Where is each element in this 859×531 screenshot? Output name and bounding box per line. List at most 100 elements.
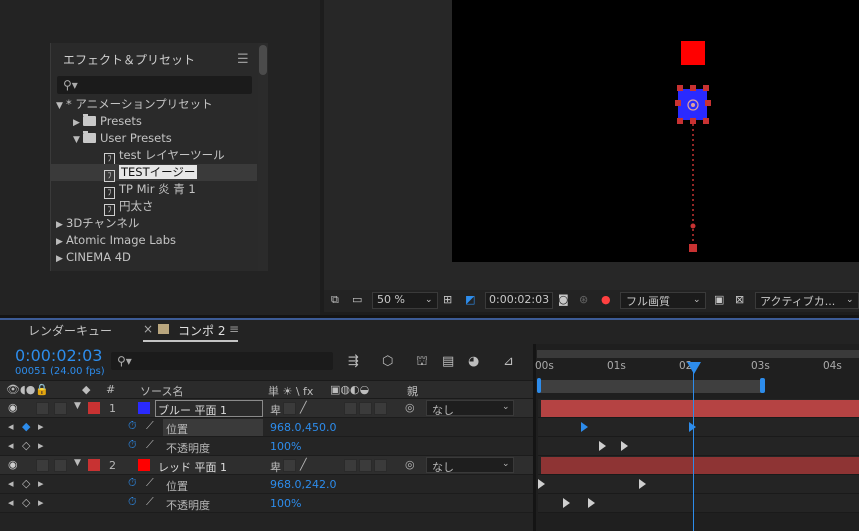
draft-3d-icon[interactable]: ⬡ [382, 354, 393, 369]
label-tag-icon[interactable]: ◆ [82, 383, 90, 396]
show-snapshot-icon[interactable]: ⊛ [579, 293, 588, 306]
motion-blur-icon[interactable]: ◕ [468, 354, 479, 369]
channel-icon[interactable]: ● [601, 293, 611, 306]
position-value[interactable]: 968.0,242.0 [270, 478, 336, 491]
opacity-value[interactable]: 100% [270, 497, 301, 510]
tree-item-presets[interactable]: ▶ Presets [51, 113, 257, 130]
keyframe-marker[interactable] [620, 441, 628, 451]
shy-switch-icon[interactable]: 卑 [270, 459, 281, 475]
layer-label-color[interactable] [88, 459, 100, 471]
work-area-end-handle[interactable] [760, 378, 765, 393]
monitor-icon[interactable]: ▭ [352, 293, 362, 306]
opacity-value[interactable]: 100% [270, 440, 301, 453]
eye-icon[interactable]: ◉ [8, 458, 18, 471]
prev-keyframe-icon[interactable]: ◂ [8, 420, 14, 433]
disclosure-triangle-icon[interactable]: ▶ [56, 251, 66, 268]
keyframe-marker[interactable] [588, 498, 596, 508]
property-row[interactable] [0, 437, 533, 456]
tree-item-preset[interactable]: ﾌ円太さ [51, 198, 257, 216]
switch-box[interactable] [344, 459, 357, 472]
layer-duration-bar[interactable] [541, 400, 859, 417]
property-row[interactable] [0, 475, 533, 494]
close-icon[interactable]: × [143, 322, 153, 336]
lock-toggle[interactable] [54, 402, 67, 415]
graph-icon[interactable]: ⟋ [146, 495, 154, 509]
stopwatch-icon[interactable]: ⏱ [128, 438, 137, 452]
frame-blending-icon[interactable]: ▤ [442, 354, 454, 369]
shy-switch-icon[interactable]: 卑 [270, 402, 281, 418]
grid-guide-icon[interactable]: ⊞ [443, 293, 452, 306]
timeline-search-input[interactable] [111, 352, 333, 370]
work-area-bar[interactable] [539, 380, 763, 393]
tree-item-preset[interactable]: ﾌ test レイヤーツール [51, 147, 257, 165]
current-time-indicator[interactable] [687, 362, 701, 374]
time-navigator[interactable] [537, 350, 859, 358]
effects-scrollbar[interactable] [258, 43, 268, 271]
column-source-name[interactable]: ソース名 [140, 383, 183, 399]
property-row[interactable] [0, 418, 533, 437]
next-keyframe-icon[interactable]: ▸ [38, 496, 44, 509]
keyframe-marker[interactable] [563, 498, 571, 508]
work-area-start-handle[interactable] [537, 378, 541, 393]
tree-item-preset[interactable]: ﾌ TP Mir 炎 青 1 [51, 181, 257, 199]
tree-item-3d-channel[interactable]: ▶ 3Dチャンネル [51, 215, 257, 232]
tree-item-preset-selected[interactable]: ﾌ TESTイージー [51, 164, 257, 182]
solo-toggle[interactable] [36, 459, 49, 472]
lock-toggle[interactable] [54, 459, 67, 472]
keyframe-marker[interactable] [638, 479, 646, 489]
tab-menu-icon[interactable]: ≡ [229, 322, 239, 336]
pick-whip-icon[interactable]: ◎ [405, 458, 415, 471]
prev-keyframe-icon[interactable]: ◂ [8, 477, 14, 490]
switch-box[interactable] [359, 459, 372, 472]
keyframe-toggle-icon[interactable]: ◇ [22, 496, 30, 509]
layer-name[interactable]: レッド 平面 1 [158, 459, 227, 475]
next-keyframe-icon[interactable]: ▸ [38, 477, 44, 490]
next-keyframe-icon[interactable]: ▸ [38, 420, 44, 433]
graph-icon[interactable]: ⟋ [146, 438, 154, 452]
switch-box[interactable] [359, 402, 372, 415]
camera-snapshot-icon[interactable]: ◙ [558, 293, 569, 306]
keyframe-marker[interactable] [581, 422, 589, 432]
column-switches[interactable]: 単 ☀ \ fx [268, 383, 313, 399]
scrollbar-thumb[interactable] [259, 45, 267, 75]
switch-box[interactable] [374, 402, 387, 415]
composition-canvas[interactable] [452, 0, 859, 262]
stopwatch-icon[interactable]: ⏱ [128, 495, 137, 509]
display-settings-icon[interactable]: ⧉ [331, 293, 339, 307]
current-time-display[interactable]: 0:00:02:03 [15, 346, 102, 365]
disclosure-triangle-icon[interactable]: ▼ [74, 401, 81, 411]
column-parent[interactable]: 親 [407, 383, 418, 399]
effects-search-input[interactable] [57, 76, 252, 94]
red-solid-layer[interactable] [681, 41, 705, 65]
av-features-icons[interactable]: 👁◖●🔒 [6, 383, 49, 396]
prev-keyframe-icon[interactable]: ◂ [8, 439, 14, 452]
shy-layers-icon[interactable]: ⛫ [416, 354, 428, 371]
next-keyframe-icon[interactable]: ▸ [38, 439, 44, 452]
switch-box[interactable] [344, 402, 357, 415]
tree-item-animation-presets[interactable]: ▼ * アニメーションプリセット [51, 96, 257, 113]
layer-duration-bar[interactable] [541, 457, 859, 474]
keyframe-marker[interactable] [599, 441, 607, 451]
layer-label-color[interactable] [88, 402, 100, 414]
prev-keyframe-icon[interactable]: ◂ [8, 496, 14, 509]
tree-item-atomic-image-labs[interactable]: ▶ Atomic Image Labs [51, 232, 257, 249]
fast-preview-icon[interactable]: ▣ [714, 293, 724, 306]
pick-whip-icon[interactable]: ◎ [405, 401, 415, 414]
keyframe-toggle-icon[interactable]: ◆ [22, 420, 30, 433]
tab-composition[interactable]: コンポ 2 [178, 322, 225, 339]
switch-box[interactable] [283, 459, 296, 472]
solo-toggle[interactable] [36, 402, 49, 415]
tree-item-cinema-4d[interactable]: ▶ CINEMA 4D [51, 249, 257, 266]
stopwatch-icon[interactable]: ⏱ [128, 419, 137, 433]
transparency-grid-icon[interactable]: ⊠ [735, 293, 744, 306]
position-value[interactable]: 968.0,450.0 [270, 421, 336, 434]
switch-box[interactable] [283, 402, 296, 415]
current-time-indicator-line[interactable] [693, 372, 694, 531]
keyframe-marker[interactable] [538, 479, 545, 489]
graph-icon[interactable]: ⟋ [146, 419, 154, 433]
disclosure-triangle-icon[interactable]: ▼ [74, 458, 81, 468]
tab-render-queue[interactable]: レンダーキュー [28, 322, 112, 339]
keyframe-toggle-icon[interactable]: ◇ [22, 439, 30, 452]
quality-switch-icon[interactable]: ╱ [300, 458, 307, 471]
quality-switch-icon[interactable]: ╱ [300, 401, 307, 414]
